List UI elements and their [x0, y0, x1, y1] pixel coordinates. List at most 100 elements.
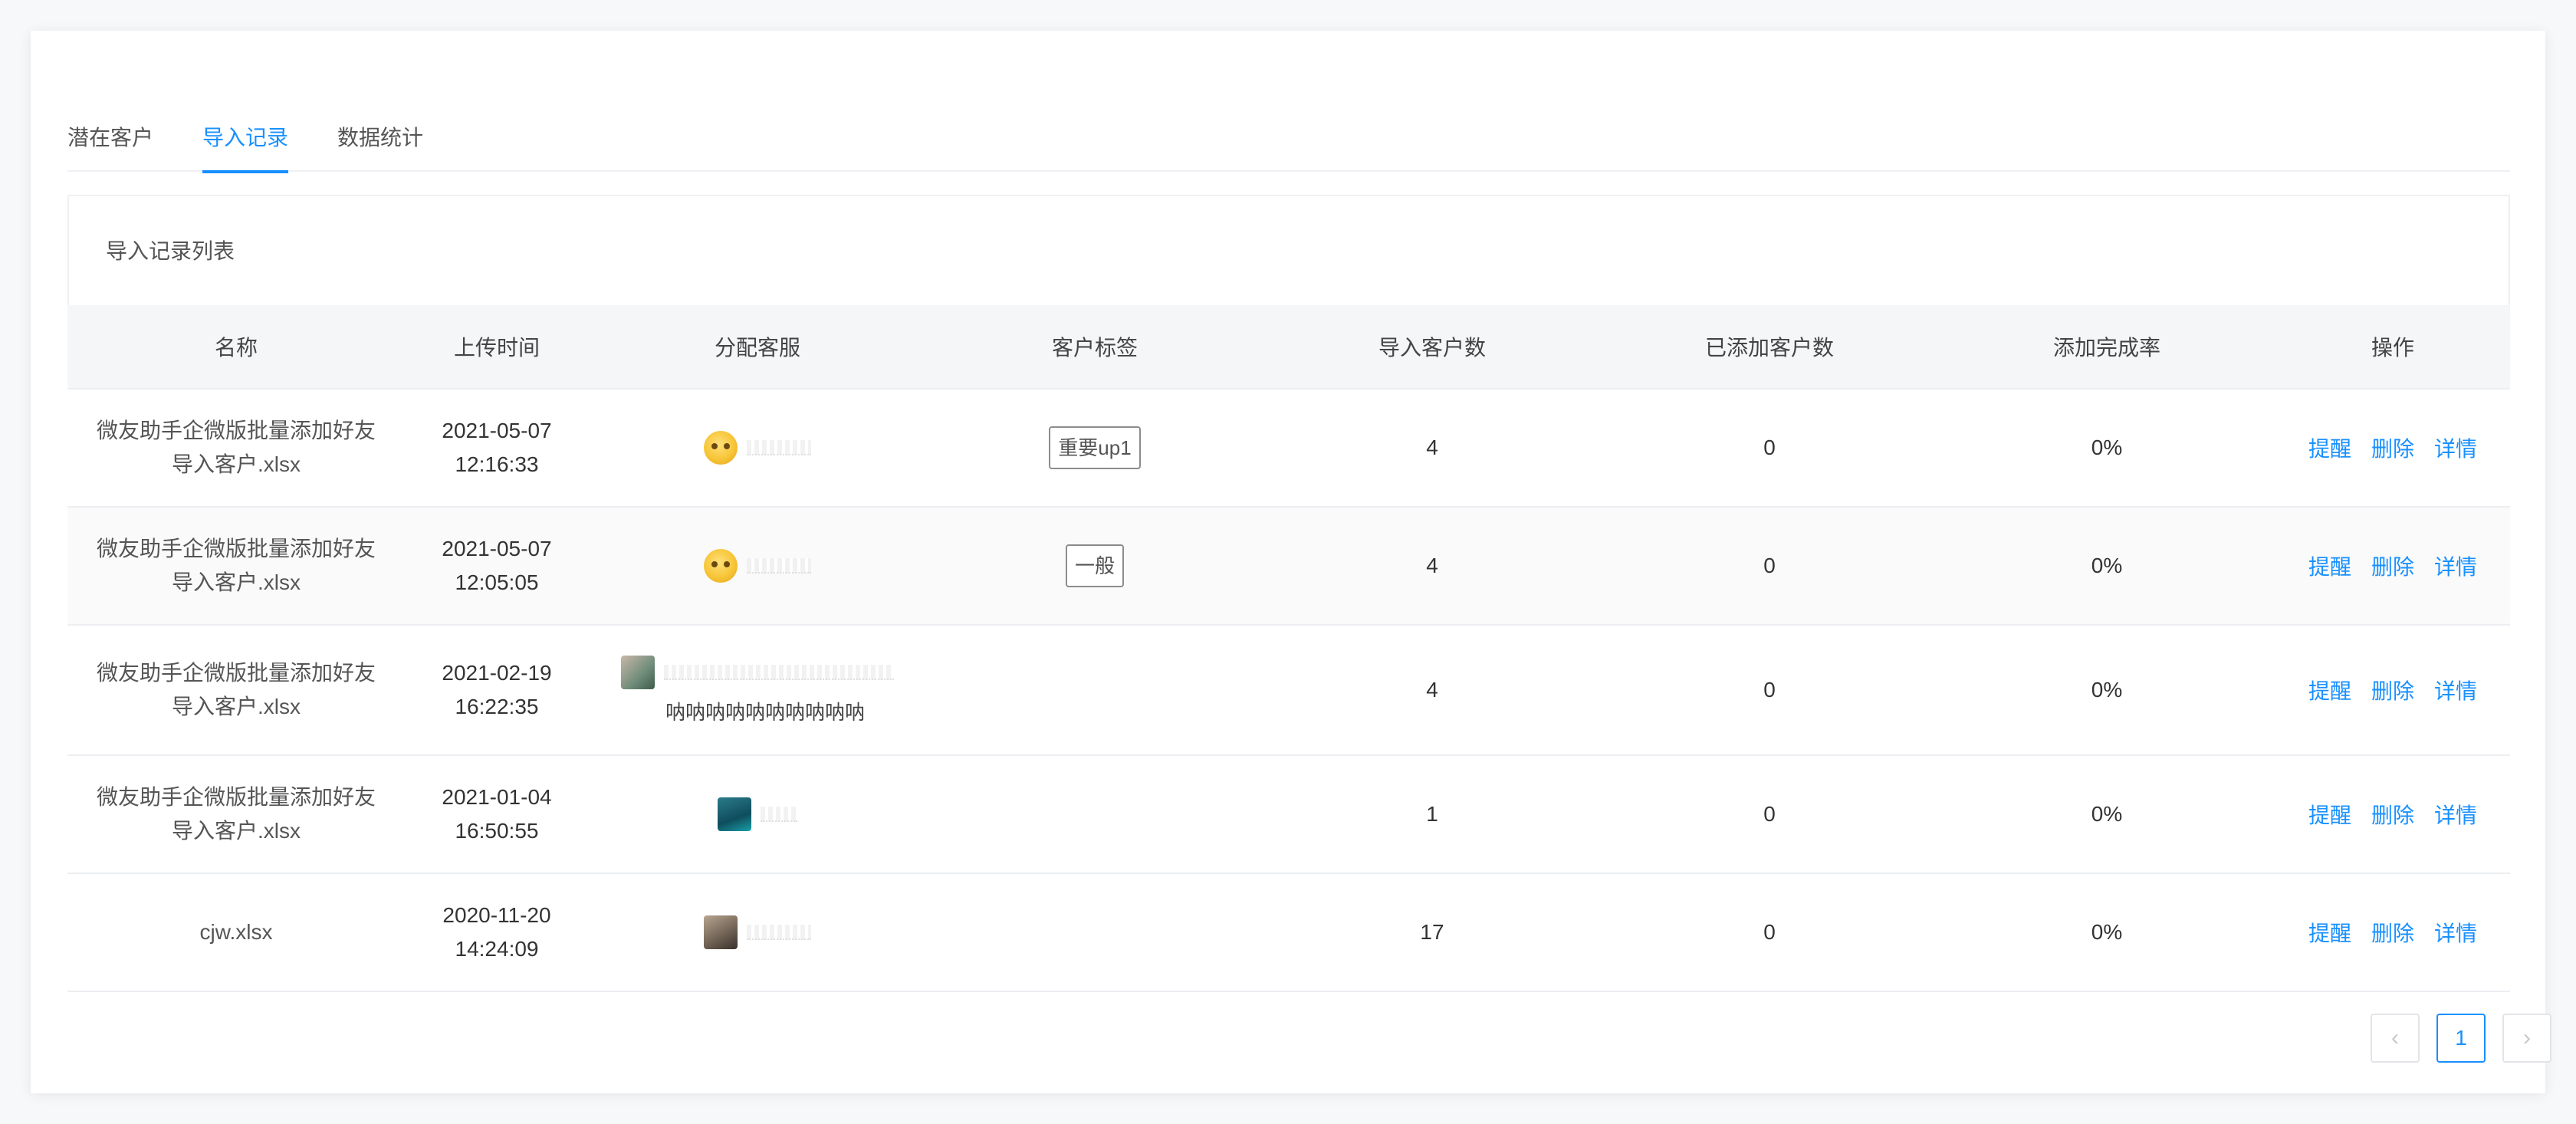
upload-clock: 14:24:09	[455, 937, 539, 961]
customer-tag: 一般	[1065, 544, 1124, 587]
tab-potential-customers[interactable]: 潜在客户	[67, 115, 153, 172]
upload-time: 2021-05-07 12:05:05	[405, 508, 589, 624]
assigned-agent	[589, 389, 926, 506]
chevron-right-icon: ›	[2523, 1025, 2531, 1050]
delete-link[interactable]: 删除	[2371, 917, 2414, 948]
file-name: 微友助手企微版批量添加好友 导入客户.xlsx	[67, 756, 405, 873]
detail-link[interactable]: 详情	[2434, 550, 2477, 581]
remind-link[interactable]: 提醒	[2308, 917, 2351, 948]
tab-data-statistics[interactable]: 数据统计	[337, 115, 423, 172]
file-name: 微友助手企微版批量添加好友 导入客户.xlsx	[67, 626, 405, 754]
file-name-line2: 导入客户.xlsx	[171, 819, 301, 843]
detail-link[interactable]: 详情	[2434, 432, 2477, 463]
agent-avatar	[621, 655, 655, 689]
agent-name-redacted	[747, 440, 811, 455]
file-name: 微友助手企微版批量添加好友 导入客户.xlsx	[67, 508, 405, 624]
column-header-imported: 导入客户数	[1378, 336, 1486, 360]
upload-time: 2021-01-04 16:50:55	[405, 756, 589, 873]
table-row: 微友助手企微版批量添加好友 导入客户.xlsx 2021-02-19 16:22…	[67, 626, 2510, 756]
prev-page-button[interactable]: ‹	[2371, 1014, 2420, 1063]
row-actions: 提醒 删除 详情	[2275, 874, 2510, 991]
upload-time: 2020-11-20 14:24:09	[405, 874, 589, 991]
table-row: 微友助手企微版批量添加好友 导入客户.xlsx 2021-01-04 16:50…	[67, 756, 2510, 874]
column-header-tag: 客户标签	[1051, 336, 1138, 360]
added-count: 0	[1763, 435, 1776, 459]
detail-link[interactable]: 详情	[2434, 675, 2477, 705]
customer-tag: 重要up1	[1049, 426, 1141, 469]
upload-clock: 16:22:35	[455, 695, 539, 718]
table-row: 微友助手企微版批量添加好友 导入客户.xlsx 2021-05-07 12:05…	[67, 508, 2510, 626]
completion-rate: 0%	[2091, 554, 2123, 577]
row-actions: 提醒 删除 详情	[2275, 626, 2510, 754]
added-count: 0	[1763, 678, 1776, 702]
customer-tag-cell	[926, 626, 1263, 754]
panel-title: 导入记录列表	[67, 195, 2510, 305]
chevron-left-icon: ‹	[2391, 1025, 2399, 1050]
upload-clock: 12:16:33	[455, 452, 539, 476]
customer-tag-cell	[926, 874, 1263, 991]
page-number-button[interactable]: 1	[2436, 1014, 2486, 1063]
customer-tag-cell: 重要up1	[926, 389, 1263, 506]
column-header-upload-time: 上传时间	[453, 336, 540, 360]
next-page-button[interactable]: ›	[2502, 1014, 2551, 1063]
table-row: cjw.xlsx 2020-11-20 14:24:09 17 0 0% 提醒 …	[67, 874, 2510, 992]
imported-count: 1	[1426, 802, 1438, 826]
file-name: 微友助手企微版批量添加好友 导入客户.xlsx	[67, 389, 405, 506]
remind-link[interactable]: 提醒	[2308, 432, 2351, 463]
file-name-line2: 导入客户.xlsx	[171, 452, 301, 476]
column-header-name: 名称	[214, 336, 258, 360]
detail-link[interactable]: 详情	[2434, 799, 2477, 830]
upload-time: 2021-02-19 16:22:35	[405, 626, 589, 754]
file-name-line1: 微友助手企微版批量添加好友	[96, 661, 376, 685]
added-count: 0	[1763, 802, 1776, 826]
tab-import-records[interactable]: 导入记录	[202, 115, 289, 173]
imported-count: 4	[1426, 435, 1438, 459]
file-name-line1: 微友助手企微版批量添加好友	[96, 785, 376, 809]
agent-avatar	[718, 797, 751, 831]
detail-link[interactable]: 详情	[2434, 917, 2477, 948]
upload-date: 2021-02-19	[442, 661, 552, 685]
table-row: 微友助手企微版批量添加好友 导入客户.xlsx 2021-05-07 12:16…	[67, 389, 2510, 508]
import-records-card: 潜在客户 导入记录 数据统计 导入记录列表 名称 上传时间 分配客服 客户标签 …	[31, 31, 2551, 1093]
added-count: 0	[1763, 920, 1776, 944]
upload-time: 2021-05-07 12:16:33	[405, 389, 589, 506]
delete-link[interactable]: 删除	[2371, 432, 2414, 463]
assigned-agent: 呐呐呐呐呐呐呐呐呐呐	[589, 626, 926, 754]
remind-link[interactable]: 提醒	[2308, 550, 2351, 581]
table-header: 名称 上传时间 分配客服 客户标签 导入客户数 已添加客户数 添加完成率 操作	[67, 305, 2510, 389]
pagination: ‹ 1 ›	[2371, 1014, 2551, 1063]
file-name-line2: 导入客户.xlsx	[171, 570, 301, 594]
customer-tag-cell	[926, 756, 1263, 873]
file-name-line1: 微友助手企微版批量添加好友	[96, 419, 376, 442]
delete-link[interactable]: 删除	[2371, 550, 2414, 581]
upload-date: 2020-11-20	[442, 903, 551, 927]
agent-avatar	[704, 915, 738, 949]
file-name-line2: 导入客户.xlsx	[171, 695, 301, 718]
file-name-line1: 微友助手企微版批量添加好友	[96, 537, 376, 560]
upload-date: 2021-05-07	[442, 537, 552, 560]
upload-date: 2021-01-04	[442, 785, 552, 809]
agent-avatar	[704, 431, 738, 465]
file-name: cjw.xlsx	[67, 874, 405, 991]
column-header-rate: 添加完成率	[2052, 336, 2160, 360]
assigned-agent	[589, 508, 926, 624]
remind-link[interactable]: 提醒	[2308, 675, 2351, 705]
agent-name-redacted	[747, 925, 811, 940]
delete-link[interactable]: 删除	[2371, 799, 2414, 830]
row-actions: 提醒 删除 详情	[2275, 756, 2510, 873]
agent-name-redacted	[664, 664, 894, 680]
delete-link[interactable]: 删除	[2371, 675, 2414, 705]
import-records-table: 名称 上传时间 分配客服 客户标签 导入客户数 已添加客户数 添加完成率 操作 …	[67, 305, 2510, 992]
remind-link[interactable]: 提醒	[2308, 799, 2351, 830]
agent-name-redacted	[761, 807, 797, 822]
imported-count: 17	[1420, 920, 1444, 944]
column-header-added: 已添加客户数	[1704, 336, 1834, 360]
upload-clock: 12:05:05	[455, 570, 539, 594]
tab-bar: 潜在客户 导入记录 数据统计	[67, 115, 2510, 173]
column-header-agent: 分配客服	[714, 336, 800, 360]
agent-name-extra: 呐呐呐呐呐呐呐呐呐呐	[665, 700, 865, 724]
customer-tag-cell: 一般	[926, 508, 1263, 624]
added-count: 0	[1763, 554, 1776, 577]
upload-clock: 16:50:55	[455, 819, 539, 843]
row-actions: 提醒 删除 详情	[2275, 508, 2510, 624]
